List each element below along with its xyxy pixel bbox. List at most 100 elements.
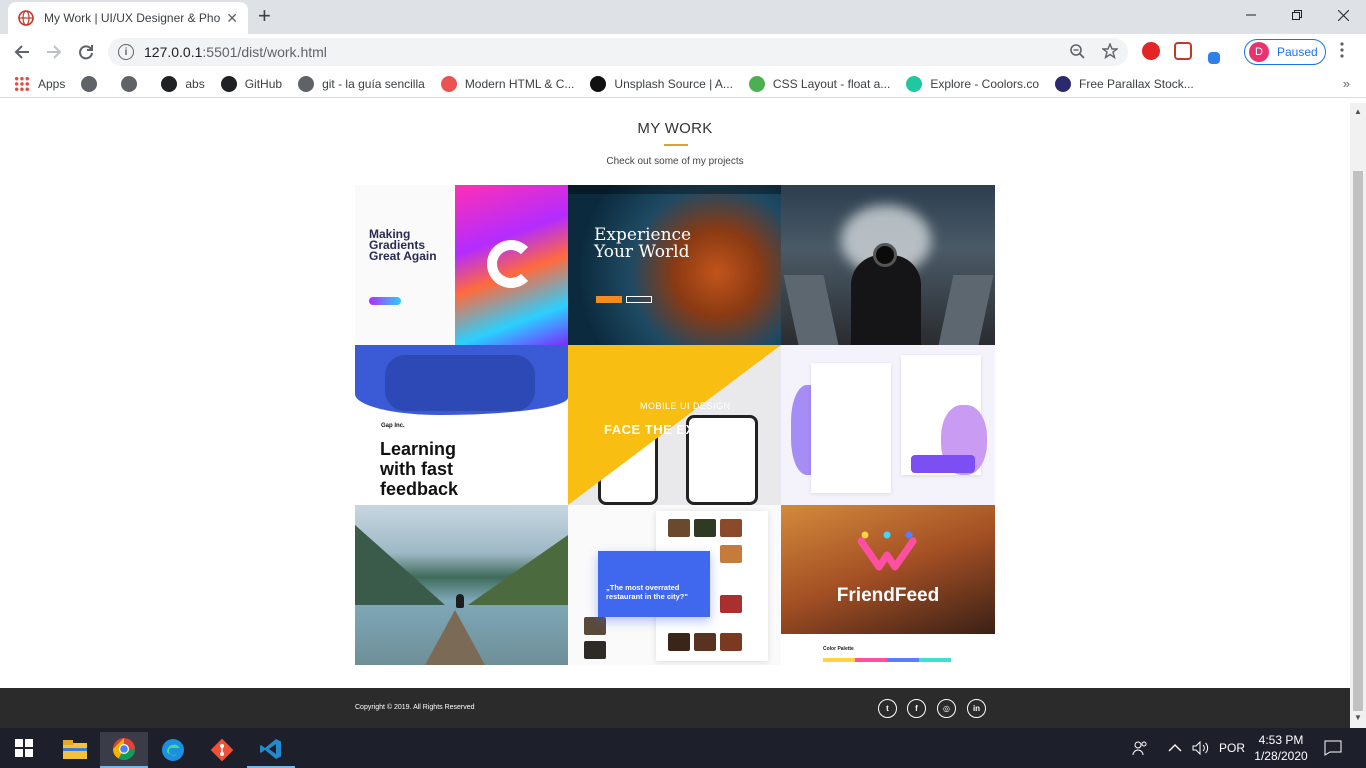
bookmark-label: abs xyxy=(185,76,205,91)
portfolio-item-illustration[interactable] xyxy=(781,345,995,505)
people-icon[interactable] xyxy=(1132,728,1148,768)
experience-navbar xyxy=(568,185,781,194)
bookmark-item[interactable]: Unsplash Source | A... xyxy=(590,75,733,92)
back-button[interactable] xyxy=(10,40,34,64)
learning-company: Gap Inc. xyxy=(381,423,405,429)
close-window-button[interactable] xyxy=(1320,0,1366,30)
bookmarks-bar: Apps abs GitHub git - la guía sencilla Moder… xyxy=(0,70,1366,98)
camera-lens-icon xyxy=(873,243,897,267)
gradient-cta xyxy=(369,297,401,305)
input-language[interactable]: POR xyxy=(1219,728,1245,768)
apps-grid-icon xyxy=(14,75,30,92)
pocket-extension-icon[interactable] xyxy=(1174,42,1192,60)
bookmark-item[interactable]: GitHub xyxy=(220,75,282,92)
scroll-down-icon[interactable]: ▼ xyxy=(1354,713,1362,722)
portfolio-item-learning[interactable]: Gap Inc. Learning with fast feedback xyxy=(355,345,568,505)
bookmark-item[interactable]: abs xyxy=(161,75,205,92)
food-thumb xyxy=(668,633,690,651)
learning-headline: Learning with fast feedback xyxy=(380,439,459,499)
address-bar[interactable]: i 127.0.0.1:5501/dist/work.html xyxy=(108,38,1128,66)
bookmark-item[interactable]: git - la guía sencilla xyxy=(298,75,425,92)
taskbar-chrome[interactable] xyxy=(100,732,148,768)
taskbar-edge[interactable] xyxy=(149,732,197,768)
scroll-up-icon[interactable]: ▲ xyxy=(1354,107,1362,116)
globe-icon xyxy=(121,75,138,92)
minimize-button[interactable] xyxy=(1228,0,1274,30)
page-scrollbar[interactable]: ▲ ▼ xyxy=(1350,103,1366,728)
photographer-figure xyxy=(851,255,921,345)
reload-button[interactable] xyxy=(74,40,98,64)
mountain-left xyxy=(355,525,445,605)
facebook-icon[interactable]: f xyxy=(907,699,926,718)
profile-button[interactable]: D Paused xyxy=(1244,39,1326,65)
adblock-extension-icon[interactable] xyxy=(1142,42,1160,60)
start-button[interactable] xyxy=(0,728,48,768)
w3-icon xyxy=(748,75,765,92)
page-subtitle: Check out some of my projects xyxy=(606,156,744,167)
globe-icon xyxy=(298,75,315,92)
friendfeed-wordmark: FriendFeed xyxy=(836,585,940,606)
food-thumb xyxy=(584,617,606,635)
system-clock[interactable]: 4:53 PM 1/28/2020 xyxy=(1245,732,1317,764)
browser-tab[interactable]: My Work | UI/UX Designer & Pho ✕ xyxy=(8,2,248,34)
action-center-icon[interactable] xyxy=(1324,728,1342,768)
eyedropper-extension-icon[interactable] xyxy=(1208,52,1220,64)
experience-secondary-btn xyxy=(626,296,652,303)
twitter-icon[interactable]: t xyxy=(878,699,897,718)
tray-overflow-icon[interactable] xyxy=(1168,728,1182,768)
bookmarks-overflow-icon[interactable]: » xyxy=(1343,76,1350,91)
bookmark-label: Apps xyxy=(38,76,66,91)
portfolio-item-gradients[interactable]: Making Gradients Great Again xyxy=(355,185,568,345)
url-path: :5501/dist/work.html xyxy=(202,44,327,60)
portfolio-item-lake[interactable] xyxy=(355,505,568,665)
kebab-menu-icon[interactable] xyxy=(1340,42,1344,58)
bookmark-item[interactable] xyxy=(121,75,145,92)
tab-close-icon[interactable]: ✕ xyxy=(226,10,238,27)
taskbar-gitkraken[interactable] xyxy=(198,732,246,768)
bookmark-s-icon xyxy=(161,75,178,92)
bookmark-item[interactable]: Explore - Coolors.co xyxy=(906,75,1039,92)
taskbar-file-explorer[interactable] xyxy=(51,732,99,768)
taskbar-vscode[interactable] xyxy=(247,732,295,768)
portfolio-item-photographer[interactable] xyxy=(781,185,995,345)
windows-taskbar: POR 4:53 PM 1/28/2020 xyxy=(0,728,1366,768)
bookmark-item[interactable]: Apps xyxy=(14,75,66,92)
food-thumb xyxy=(584,641,606,659)
site-info-icon[interactable]: i xyxy=(118,44,134,60)
portfolio-item-mobile-ui[interactable]: MOBILE UI DESIGN FACE THE EXPE xyxy=(568,345,781,505)
bookmark-item[interactable]: Free Parallax Stock... xyxy=(1055,75,1194,92)
scrollbar-thumb[interactable] xyxy=(1353,171,1363,711)
volume-icon[interactable] xyxy=(1192,728,1210,768)
portfolio-item-friendfeed[interactable]: FriendFeed Color Palette xyxy=(781,505,995,665)
g-logo-shape xyxy=(487,240,535,288)
food-thumb xyxy=(720,633,742,651)
forward-button[interactable] xyxy=(42,40,66,64)
reload-icon xyxy=(79,45,93,60)
zoom-icon[interactable] xyxy=(1070,44,1085,59)
palette-swatch xyxy=(887,658,919,662)
restore-button[interactable] xyxy=(1274,0,1320,30)
linkedin-icon[interactable]: in xyxy=(967,699,986,718)
bookmark-label: CSS Layout - float a... xyxy=(772,76,891,91)
bookmark-item[interactable] xyxy=(81,75,105,92)
wooden-dock xyxy=(425,610,485,665)
globe-favicon-icon xyxy=(18,10,34,26)
bookmark-label: Modern HTML & C... xyxy=(464,76,575,91)
palette-swatch xyxy=(919,658,951,662)
instagram-icon[interactable]: ◎ xyxy=(937,699,956,718)
tab-title: My Work | UI/UX Designer & Pho xyxy=(44,11,221,25)
portfolio-item-restaurant[interactable]: „The most overrated restaurant in the ci… xyxy=(568,505,781,665)
palette-swatch xyxy=(823,658,855,662)
bookmark-star-icon[interactable] xyxy=(1102,43,1118,59)
new-tab-button[interactable]: + xyxy=(258,4,271,28)
bookmark-item[interactable]: CSS Layout - float a... xyxy=(748,75,891,92)
edge-icon xyxy=(162,739,184,761)
quote-text: „The most overrated restaurant in the ci… xyxy=(606,583,688,601)
portfolio-item-experience[interactable]: Experience Your World xyxy=(568,185,781,345)
clock-date: 1/28/2020 xyxy=(1254,749,1308,763)
v-icon xyxy=(1055,75,1072,92)
unsplash-icon xyxy=(590,75,607,92)
restore-icon xyxy=(1292,10,1302,20)
mobile-ui-label: MOBILE UI DESIGN xyxy=(640,401,731,411)
bookmark-item[interactable]: Modern HTML & C... xyxy=(440,75,575,92)
